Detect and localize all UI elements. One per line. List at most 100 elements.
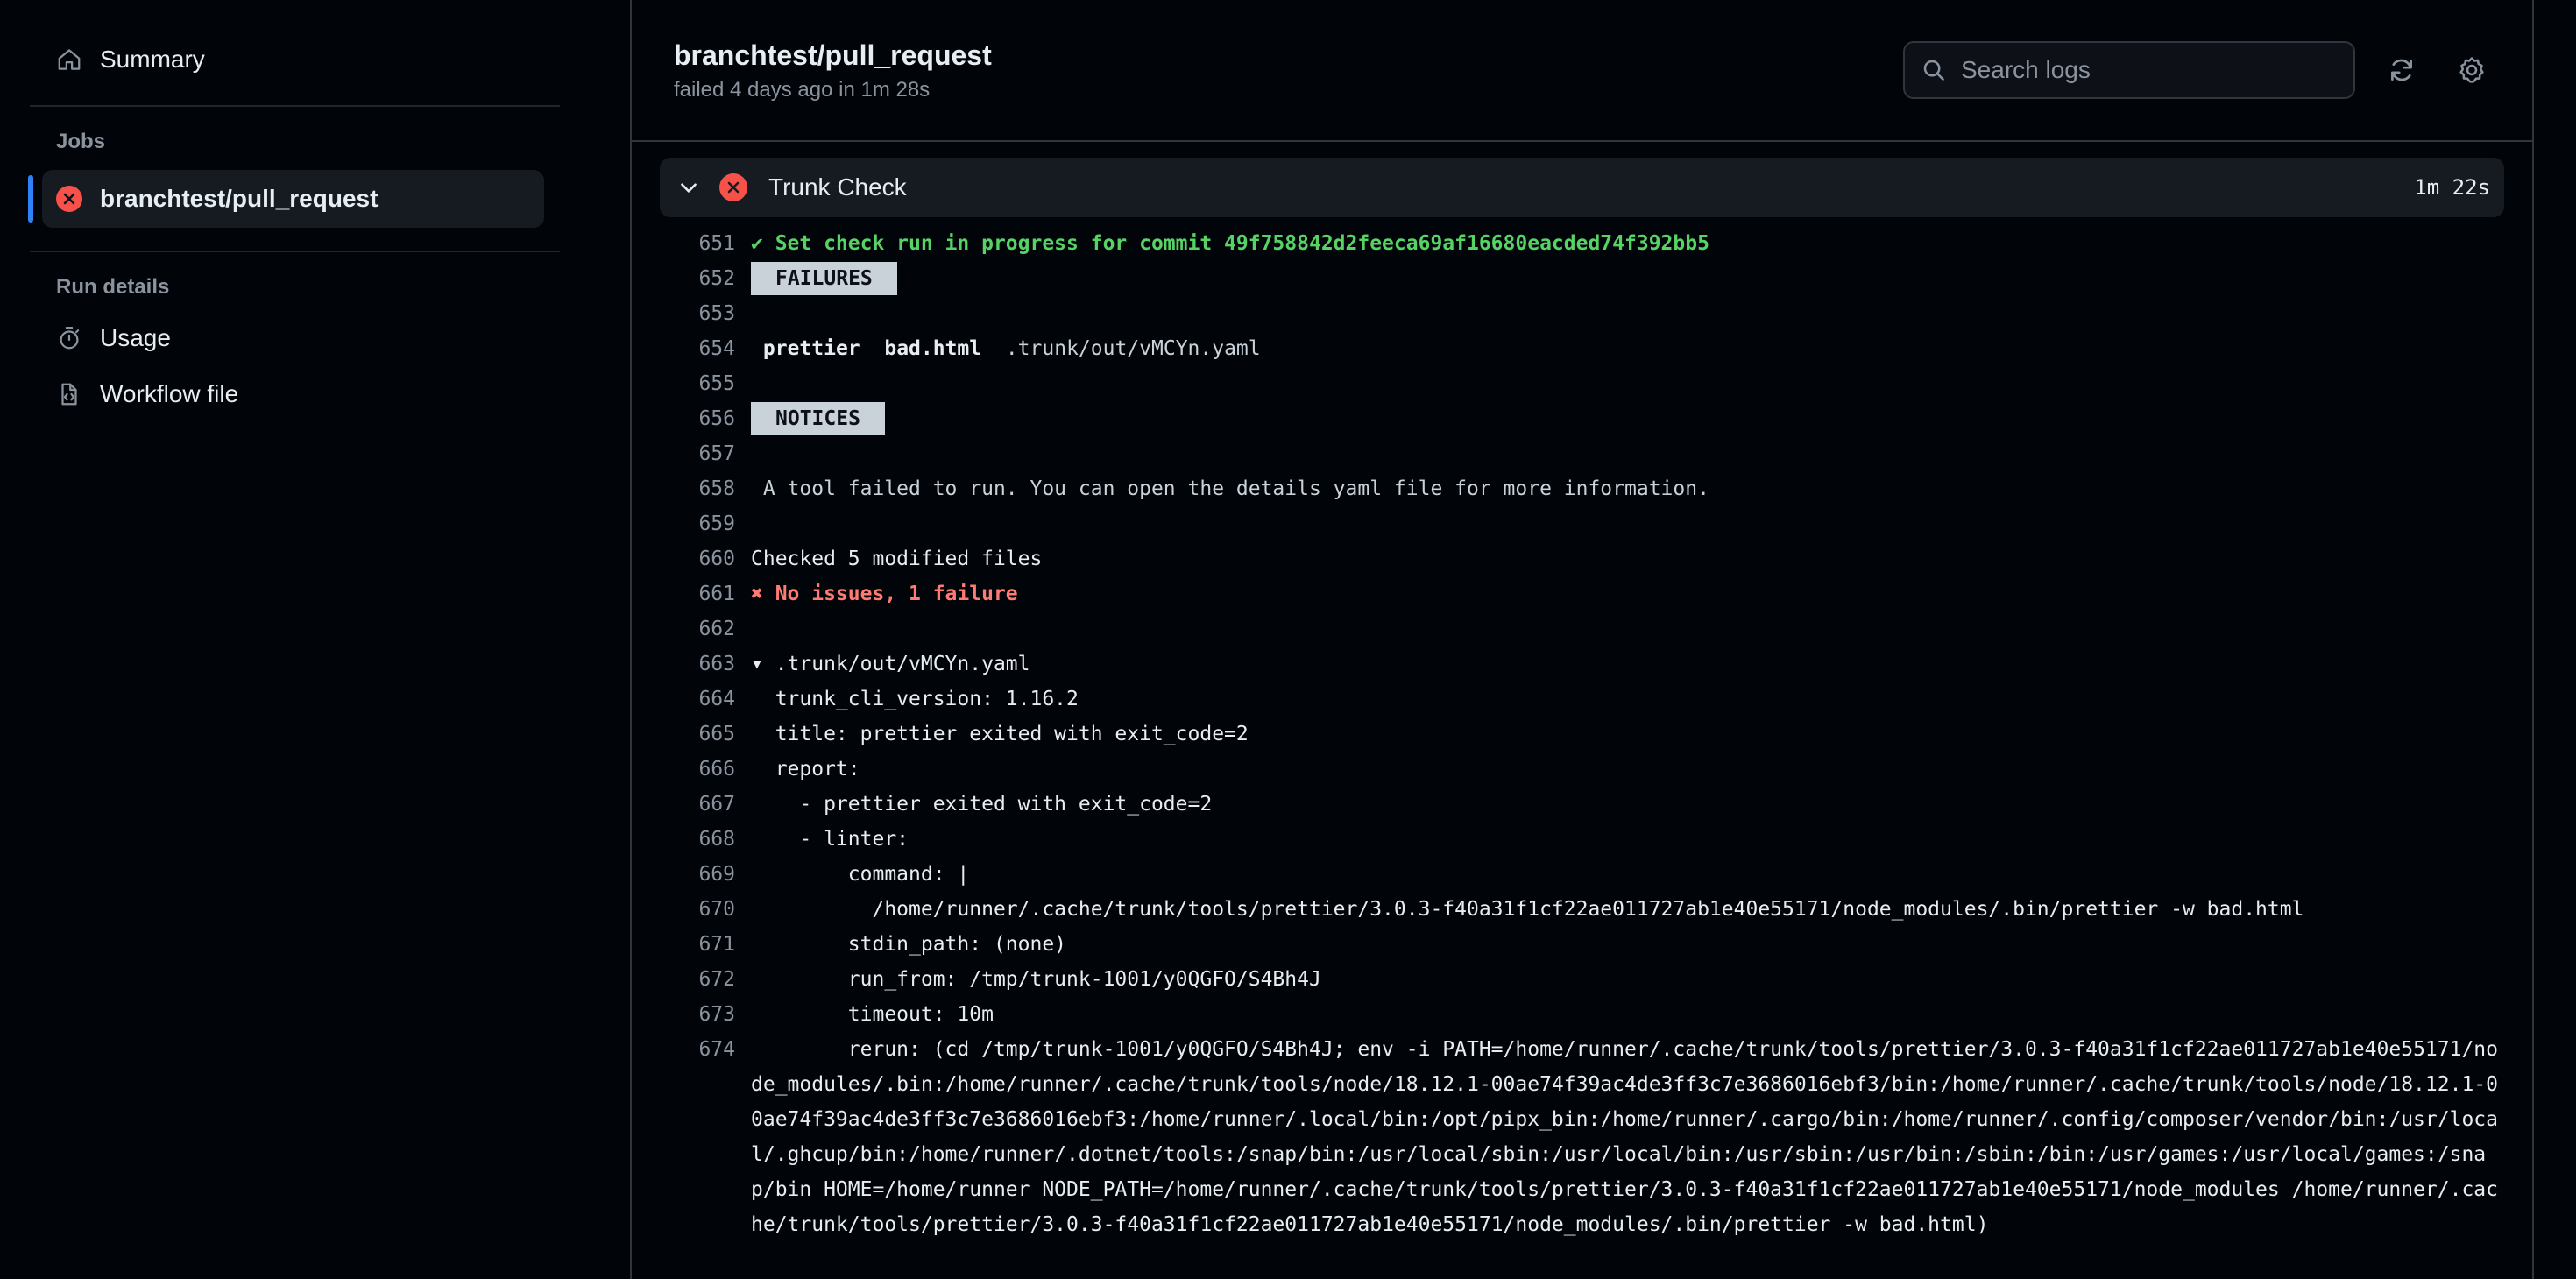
failure-detail-path: .trunk/out/vMCYn.yaml	[1005, 337, 1261, 360]
header-actions	[1903, 41, 2495, 99]
sync-icon	[2391, 59, 2412, 81]
line-number[interactable]: 668	[660, 822, 751, 857]
log-line: 672 run_from: /tmp/trunk-1001/y0QGFO/S4B…	[660, 962, 2504, 997]
notices-badge: NOTICES	[751, 402, 885, 435]
sidebar-divider	[30, 105, 560, 107]
line-number[interactable]: 671	[660, 927, 751, 962]
line-number[interactable]: 656	[660, 401, 751, 436]
file-code-icon	[56, 381, 82, 407]
log-line: 665 title: prettier exited with exit_cod…	[660, 717, 2504, 752]
line-number[interactable]: 658	[660, 471, 751, 506]
step-name: Trunk Check	[768, 173, 907, 201]
line-number[interactable]: 662	[660, 611, 751, 647]
search-logs-box[interactable]	[1903, 41, 2355, 99]
log-line-group-toggle[interactable]: 663 ▾ .trunk/out/vMCYn.yaml	[660, 647, 2504, 682]
failed-status-icon	[719, 173, 747, 201]
log-line: 667 - prettier exited with exit_code=2	[660, 787, 2504, 822]
step-duration: 1m 22s	[2414, 175, 2490, 200]
line-number[interactable]: 653	[660, 296, 751, 331]
log-line: 660 Checked 5 modified files	[660, 541, 2504, 576]
log-text: ▾ .trunk/out/vMCYn.yaml	[751, 653, 1030, 675]
log-line: 661 ✖ No issues, 1 failure	[660, 576, 2504, 611]
job-header: branchtest/pull_request failed 4 days ag…	[632, 0, 2532, 142]
line-number[interactable]: 660	[660, 541, 751, 576]
sidebar-item-usage[interactable]: Usage	[42, 315, 556, 361]
sidebar-item-workflow-file[interactable]: Workflow file	[42, 371, 556, 417]
log-line: 654 prettier bad.html .trunk/out/vMCYn.y…	[660, 331, 2504, 366]
refresh-button[interactable]	[2378, 46, 2425, 94]
log-line: 662	[660, 611, 2504, 647]
job-status-subtitle: failed 4 days ago in 1m 28s	[674, 78, 931, 102]
log-text: ✖ No issues, 1 failure	[751, 583, 1018, 605]
sidebar-item-summary[interactable]: Summary	[42, 37, 556, 82]
log-line: 668 - linter:	[660, 822, 2504, 857]
log-line: 669 command: |	[660, 857, 2504, 892]
job-title: branchtest/pull_request	[674, 39, 992, 71]
line-number[interactable]: 666	[660, 752, 751, 787]
line-number[interactable]: 665	[660, 717, 751, 752]
log-line: 671 stdin_path: (none)	[660, 927, 2504, 962]
log-text: command: |	[751, 863, 970, 886]
step-header-trunk-check[interactable]: Trunk Check 1m 22s	[660, 158, 2504, 217]
line-number[interactable]: 669	[660, 857, 751, 892]
line-number[interactable]: 659	[660, 506, 751, 541]
log-line: 673 timeout: 10m	[660, 997, 2504, 1032]
log-text: /home/runner/.cache/trunk/tools/prettier…	[751, 898, 2304, 921]
log-text: stdin_path: (none)	[751, 933, 1067, 956]
settings-button[interactable]	[2448, 46, 2495, 94]
line-number[interactable]: 664	[660, 682, 751, 717]
sidebar-item-label: Summary	[100, 46, 205, 73]
sidebar-item-label: Usage	[100, 324, 171, 351]
line-number[interactable]: 663	[660, 647, 751, 682]
log-text: Checked 5 modified files	[751, 548, 1043, 570]
failure-linter: prettier	[762, 337, 860, 360]
sidebar-item-label: branchtest/pull_request	[100, 185, 379, 212]
home-icon	[56, 46, 82, 73]
log-output: 651 ✔ Set check run in progress for comm…	[660, 226, 2504, 1242]
chevron-down-icon	[676, 174, 702, 201]
line-number[interactable]: 674	[660, 1032, 751, 1242]
log-line: 664 trunk_cli_version: 1.16.2	[660, 682, 2504, 717]
sidebar-item-job[interactable]: branchtest/pull_request	[28, 170, 544, 228]
line-number[interactable]: 667	[660, 787, 751, 822]
search-logs-input[interactable]	[1961, 56, 2353, 84]
line-number[interactable]: 672	[660, 962, 751, 997]
failure-file: bad.html	[884, 337, 982, 360]
log-line: 652 FAILURES	[660, 261, 2504, 296]
step-section: Trunk Check 1m 22s 651 ✔ Set check run i…	[632, 142, 2532, 1279]
failed-status-icon	[56, 186, 82, 212]
line-number[interactable]: 654	[660, 331, 751, 366]
line-number[interactable]: 652	[660, 261, 751, 296]
log-line: 655	[660, 366, 2504, 401]
log-line: 656 NOTICES	[660, 401, 2504, 436]
log-text: - prettier exited with exit_code=2	[751, 793, 1213, 816]
gear-icon	[2459, 57, 2484, 83]
log-line: 674 rerun: (cd /tmp/trunk-1001/y0QGFO/S4…	[660, 1032, 2504, 1242]
log-text: A tool failed to run. You can open the d…	[751, 477, 1709, 500]
job-header-text: branchtest/pull_request failed 4 days ag…	[674, 38, 992, 102]
log-text: - linter:	[751, 828, 909, 851]
log-text: run_from: /tmp/trunk-1001/y0QGFO/S4Bh4J	[751, 968, 1321, 991]
app-root: Summary Jobs branchtest/pull_request Run…	[0, 0, 2576, 1279]
log-text: rerun: (cd /tmp/trunk-1001/y0QGFO/S4Bh4J…	[751, 1038, 2498, 1236]
log-line: 666 report:	[660, 752, 2504, 787]
run-details-heading: Run details	[56, 275, 170, 299]
line-number[interactable]: 661	[660, 576, 751, 611]
line-number[interactable]: 670	[660, 892, 751, 927]
jobs-heading: Jobs	[56, 130, 106, 153]
log-line: 657	[660, 436, 2504, 471]
line-number[interactable]: 651	[660, 226, 751, 261]
log-text: ✔ Set check run in progress for commit 4…	[751, 232, 1709, 255]
log-line: 653	[660, 296, 2504, 331]
log-text: title: prettier exited with exit_code=2	[751, 723, 1249, 745]
log-line: 651 ✔ Set check run in progress for comm…	[660, 226, 2504, 261]
log-line: 670 /home/runner/.cache/trunk/tools/pret…	[660, 892, 2504, 927]
sidebar-item-label: Workflow file	[100, 380, 239, 407]
stopwatch-icon	[56, 325, 82, 351]
log-line: 659	[660, 506, 2504, 541]
failures-badge: FAILURES	[751, 262, 897, 295]
log-line: 658 A tool failed to run. You can open t…	[660, 471, 2504, 506]
line-number[interactable]: 655	[660, 366, 751, 401]
line-number[interactable]: 673	[660, 997, 751, 1032]
line-number[interactable]: 657	[660, 436, 751, 471]
